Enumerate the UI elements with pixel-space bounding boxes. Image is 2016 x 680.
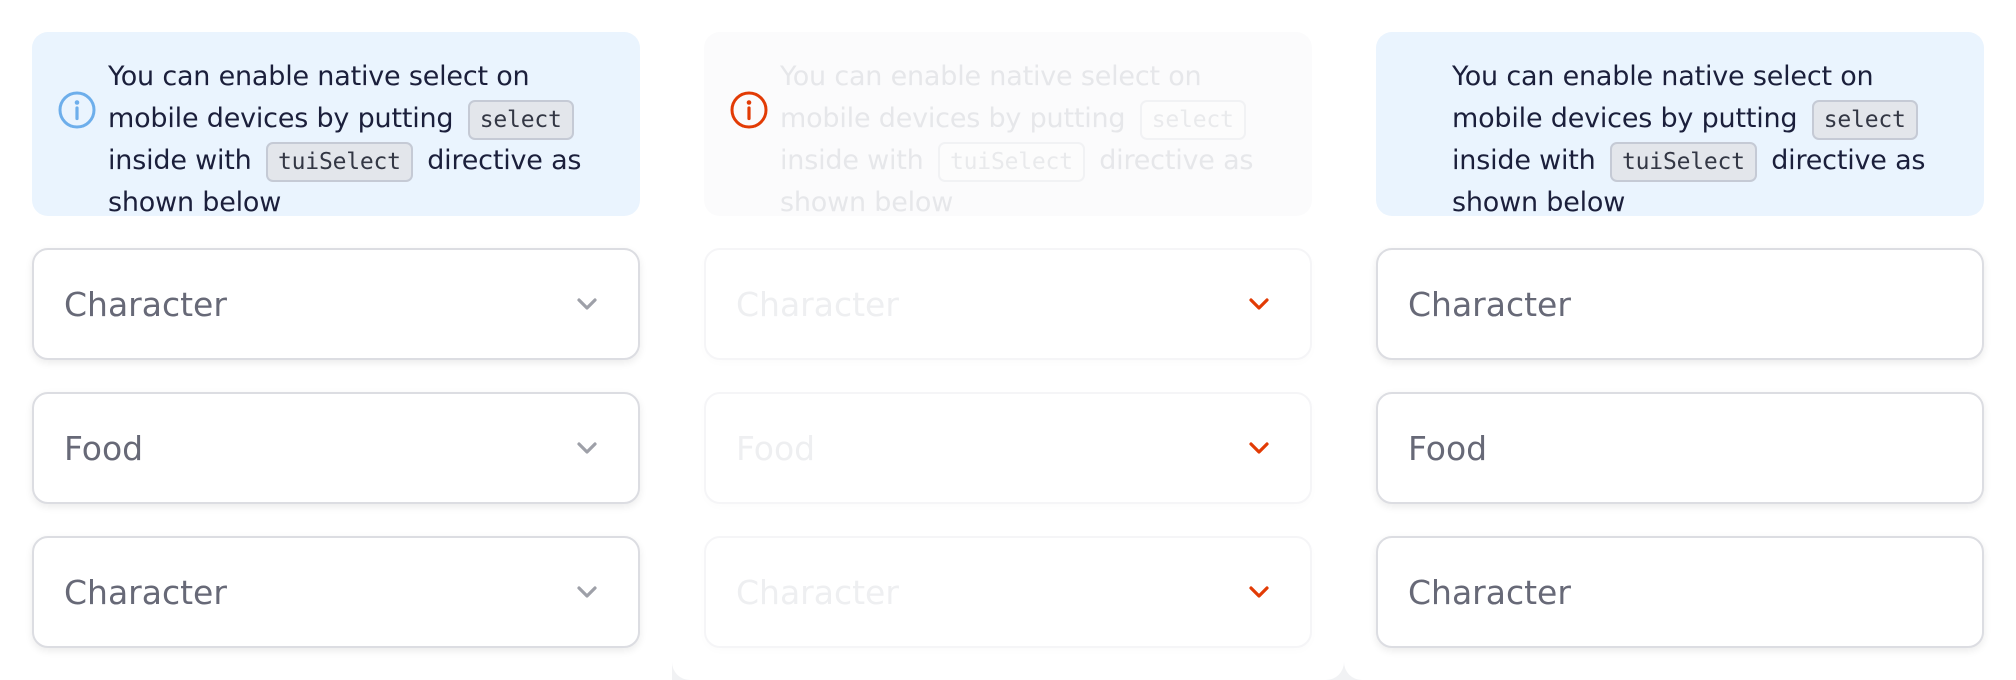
notice-text-part-2: inside with	[780, 145, 924, 176]
notice-text-part-1: You can enable native select on mobile d…	[1452, 61, 1874, 134]
code-tuiselect: tuiSelect	[1610, 141, 1757, 182]
select-demo-stage: You can enable native select on mobile d…	[0, 0, 2016, 680]
select-food-disabled: Food	[704, 392, 1312, 504]
select-value: Character	[1408, 285, 1571, 324]
select-value: Food	[1408, 429, 1488, 468]
native-select-food[interactable]: Food	[1376, 392, 1984, 504]
native-select-notice: You can enable native select on mobile d…	[32, 32, 640, 218]
chevron-down-icon	[576, 584, 598, 603]
select-character-second[interactable]: Character	[32, 536, 640, 648]
select-value: Character	[1408, 573, 1571, 612]
select-value: Food	[736, 429, 816, 468]
chevron-down-icon	[576, 440, 598, 459]
select-character[interactable]: Character	[32, 248, 640, 360]
code-tuiselect: tuiSelect	[938, 141, 1085, 182]
select-panel-default: You can enable native select on mobile d…	[0, 0, 672, 680]
select-value: Character	[736, 573, 899, 612]
notice-text: You can enable native select on mobile d…	[780, 56, 1288, 224]
native-select-character[interactable]: Character	[1376, 248, 1984, 360]
notice-text-part-2: inside with	[108, 145, 252, 176]
info-circle-icon	[57, 90, 97, 134]
native-select-character-second[interactable]: Character	[1376, 536, 1984, 648]
select-character-second-disabled: Character	[704, 536, 1312, 648]
select-panel-native: You can enable native select on mobile d…	[1344, 0, 2016, 680]
native-select-notice: You can enable native select on mobile d…	[704, 32, 1312, 218]
select-value: Food	[64, 429, 144, 468]
code-select: select	[1139, 99, 1246, 140]
code-select: select	[467, 99, 574, 140]
code-select: select	[1811, 99, 1918, 140]
notice-text-part-1: You can enable native select on mobile d…	[108, 61, 530, 134]
warning-circle-icon	[729, 90, 769, 134]
chevron-down-icon	[1248, 440, 1270, 459]
select-food[interactable]: Food	[32, 392, 640, 504]
native-select-notice: You can enable native select on mobile d…	[1376, 32, 1984, 218]
select-panel-disabled: You can enable native select on mobile d…	[672, 0, 1344, 680]
select-value: Character	[64, 573, 227, 612]
notice-text-part-1: You can enable native select on mobile d…	[780, 61, 1202, 134]
select-value: Character	[736, 285, 899, 324]
chevron-down-icon	[1248, 296, 1270, 315]
notice-text: You can enable native select on mobile d…	[108, 56, 616, 224]
chevron-down-icon	[1248, 584, 1270, 603]
notice-text-part-2: inside with	[1452, 145, 1596, 176]
chevron-down-icon	[576, 296, 598, 315]
code-tuiselect: tuiSelect	[266, 141, 413, 182]
select-value: Character	[64, 285, 227, 324]
select-character-disabled: Character	[704, 248, 1312, 360]
notice-text: You can enable native select on mobile d…	[1452, 56, 1960, 224]
